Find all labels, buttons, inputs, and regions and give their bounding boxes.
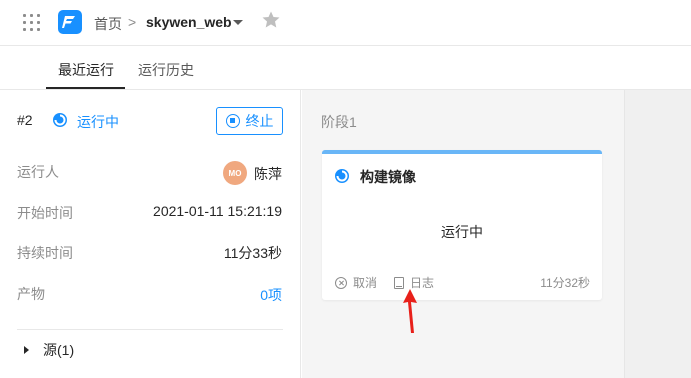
- project-name[interactable]: skywen_web: [146, 14, 232, 30]
- annotation-arrow-icon: [403, 289, 417, 333]
- job-card[interactable]: 构建镜像 运行中 取消 日志 11分32秒: [322, 150, 602, 300]
- stop-button[interactable]: 终止: [216, 107, 283, 135]
- job-status: 运行中: [441, 224, 483, 240]
- tab-recent-runs[interactable]: 最近运行: [58, 60, 114, 80]
- running-status-icon: [52, 112, 68, 128]
- stage-title: 阶段1: [321, 114, 357, 130]
- run-number: #2: [17, 112, 33, 128]
- source-label: 源(1): [43, 342, 75, 358]
- breadcrumb-separator: >: [128, 14, 137, 30]
- running-status-icon: [334, 168, 350, 184]
- top-bar: 首页 > skywen_web: [0, 0, 691, 46]
- breadcrumb-home[interactable]: 首页: [94, 14, 122, 34]
- stop-icon: [225, 114, 240, 128]
- artifacts-label: 产物: [17, 286, 45, 302]
- stop-button-label: 终止: [245, 113, 274, 129]
- tab-run-history[interactable]: 运行历史: [138, 60, 194, 80]
- chevron-down-icon[interactable]: [233, 20, 243, 25]
- active-tab-indicator: [46, 87, 125, 89]
- pipeline-stage-area: 阶段1 构建镜像 运行中 取消 日志 11分32秒: [302, 90, 624, 378]
- start-time-value: 2021-01-11 15:21:19: [153, 203, 282, 219]
- avatar: MO: [223, 161, 247, 185]
- next-stage-column: [624, 90, 691, 378]
- duration-label: 持续时间: [17, 245, 73, 261]
- divider: [17, 329, 283, 330]
- cancel-job-button[interactable]: 取消: [335, 274, 377, 291]
- job-title: 构建镜像: [360, 169, 416, 185]
- apps-grid-icon[interactable]: [23, 14, 41, 32]
- runner-label: 运行人: [17, 164, 59, 180]
- cancel-label: 取消: [353, 276, 378, 290]
- caret-right-icon: [24, 346, 29, 354]
- start-time-label: 开始时间: [17, 205, 73, 221]
- star-icon[interactable]: [261, 10, 281, 30]
- job-card-footer: 取消 日志 11分32秒: [334, 274, 590, 294]
- log-icon: [394, 276, 404, 289]
- duration-value: 11分33秒: [223, 245, 282, 261]
- close-circle-icon: [335, 276, 347, 289]
- app-logo-icon[interactable]: [58, 10, 82, 34]
- artifacts-link[interactable]: 0项: [260, 285, 282, 305]
- runner-value: 陈萍: [254, 166, 282, 182]
- run-status: 运行中: [77, 114, 119, 130]
- run-detail-panel: #2 运行中 终止 运行人 MO 陈萍 开始时间 2021-01-11 15:2…: [0, 90, 301, 378]
- source-expander[interactable]: 源(1): [17, 340, 74, 360]
- tab-bar: 最近运行 运行历史: [0, 46, 691, 90]
- job-duration: 11分32秒: [540, 276, 590, 290]
